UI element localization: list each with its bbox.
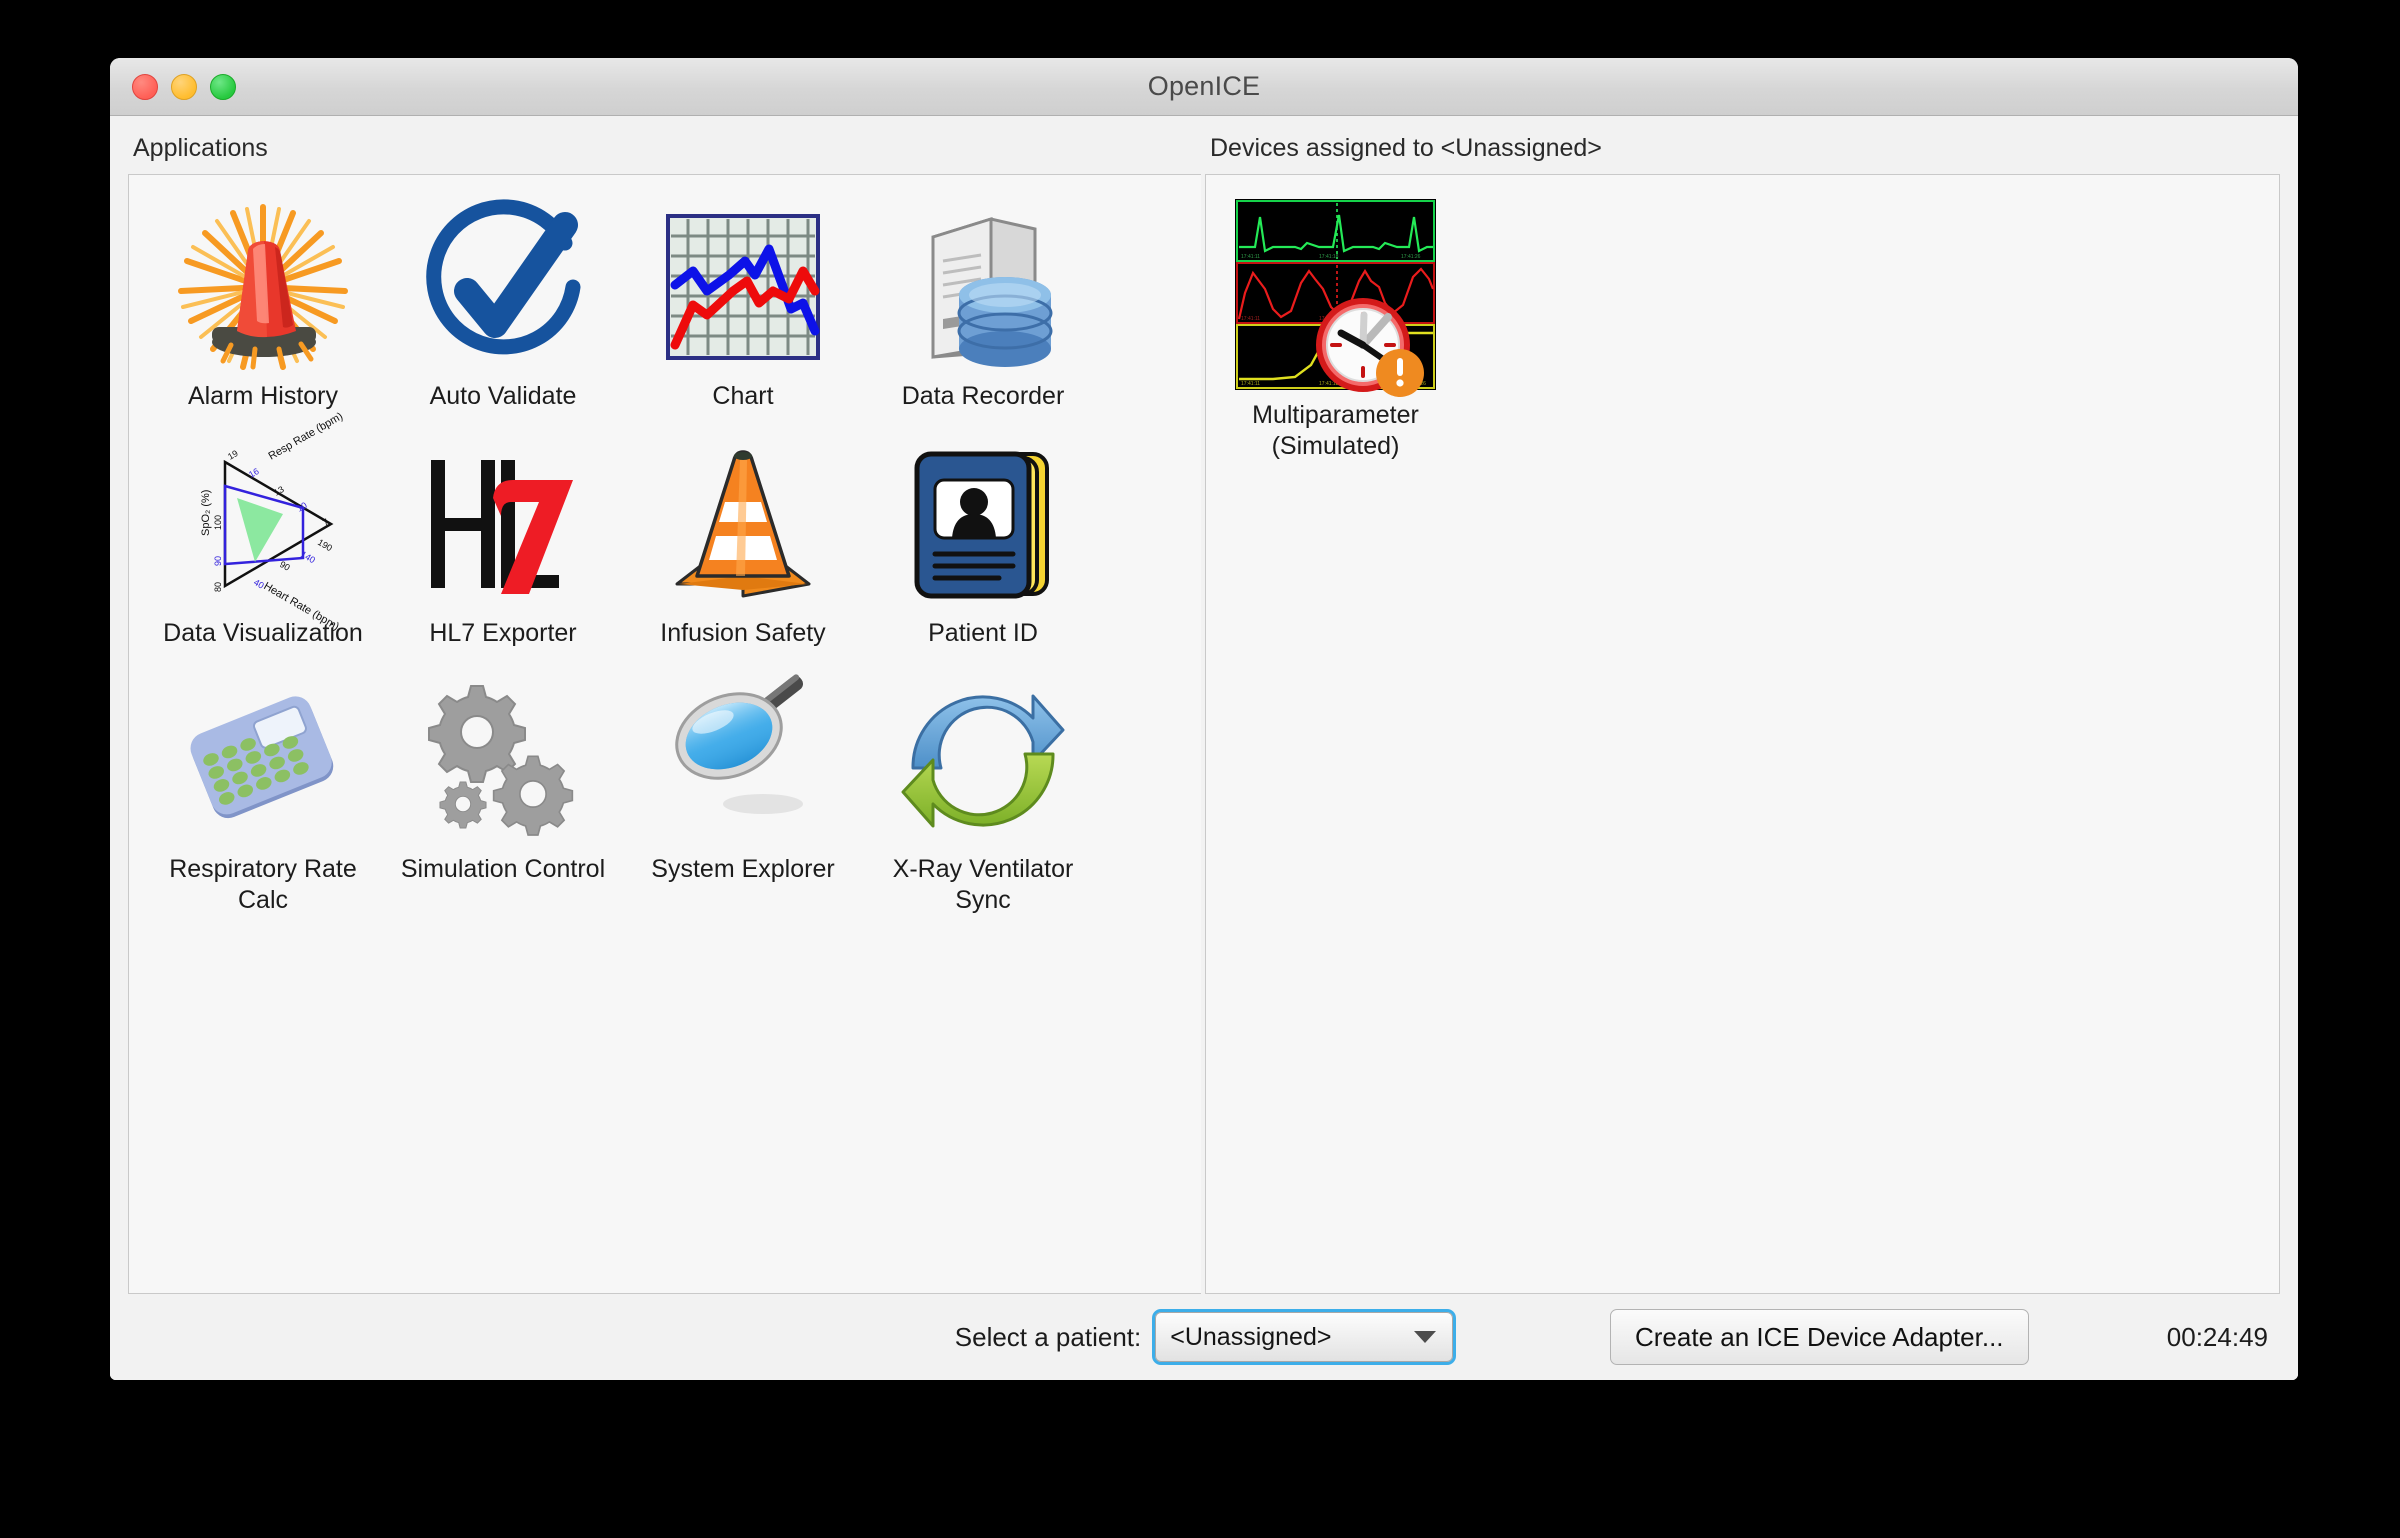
app-tile-simulation-control[interactable]: Simulation Control: [383, 662, 623, 929]
app-tile-data-recorder[interactable]: Data Recorder: [863, 189, 1103, 426]
svg-text:100: 100: [213, 514, 223, 529]
sync-arrows-icon: [895, 672, 1071, 848]
traffic-light-group: [132, 58, 236, 115]
app-label: Simulation Control: [400, 855, 606, 883]
close-window-button[interactable]: [132, 73, 158, 100]
window-content: Applications Alarm History Auto Validate…: [110, 116, 2298, 1380]
applications-heading: Applications: [133, 134, 268, 162]
device-tile-multiparameter[interactable]: 17:41:11 17:41:18 17:41:26 17:41:11 17:41:1…: [1228, 189, 1443, 469]
app-tile-infusion-safety[interactable]: Infusion Safety: [623, 426, 863, 663]
app-label: System Explorer: [651, 855, 835, 883]
minimize-window-button[interactable]: [171, 73, 197, 100]
devices-panel-body: 17:41:11 17:41:18 17:41:26 17:41:11 17:41:1…: [1205, 174, 2280, 1294]
devices-grid: 17:41:11 17:41:18 17:41:26 17:41:11 17:41:1…: [1206, 175, 2279, 469]
app-label: Data Recorder: [901, 382, 1065, 410]
svg-text:SpO₂ (%): SpO₂ (%): [200, 489, 212, 535]
svg-text:90: 90: [278, 559, 292, 573]
app-tile-respiratory-rate-calc[interactable]: Respiratory Rate Calc: [143, 662, 383, 929]
alarm-siren-icon: [175, 199, 351, 375]
panels-container: Applications Alarm History Auto Validate…: [110, 116, 2298, 1294]
app-tile-data-visualization[interactable]: 19 16 13 10 7 Resp Rate (bpm) SpO₂ (%) 1…: [143, 410, 383, 663]
device-label: Multiparameter (Simulated): [1252, 401, 1419, 460]
app-label: Alarm History: [187, 382, 338, 410]
app-tile-chart[interactable]: Chart: [623, 189, 863, 426]
line-chart-icon: [655, 199, 831, 375]
server-database-icon: [895, 199, 1071, 375]
app-label: Infusion Safety: [660, 618, 826, 647]
patient-select-dropdown[interactable]: <Unassigned>: [1152, 1309, 1457, 1365]
check-circle-icon: [415, 199, 591, 375]
applications-panel-body: Alarm History Auto Validate Chart Data R…: [128, 174, 1201, 1294]
svg-text:17:41:26: 17:41:26: [1401, 254, 1421, 260]
bottom-toolbar: Select a patient: <Unassigned> Create an…: [110, 1294, 2298, 1380]
app-tile-patient-id[interactable]: Patient ID: [863, 426, 1103, 663]
magnifier-icon: [655, 672, 831, 848]
svg-text:16: 16: [247, 466, 261, 480]
devices-heading: Devices assigned to <Unassigned>: [1210, 134, 1602, 162]
traffic-cone-icon: [655, 436, 831, 612]
svg-text:90: 90: [213, 555, 223, 565]
hl7-logo-icon: [415, 436, 591, 612]
window-title: OpenICE: [1147, 71, 1261, 101]
app-tile-auto-validate[interactable]: Auto Validate: [383, 189, 623, 426]
multiparameter-monitor-icon: 17:41:11 17:41:18 17:41:26 17:41:11 17:41:1…: [1233, 197, 1438, 397]
app-label: Auto Validate: [429, 382, 577, 410]
ternary-plot-icon: 19 16 13 10 7 Resp Rate (bpm) SpO₂ (%) 1…: [175, 410, 351, 633]
app-tile-xray-ventilator-sync[interactable]: X-Ray Ventilator Sync: [863, 662, 1103, 929]
patient-select-value: <Unassigned>: [1170, 1322, 1332, 1351]
svg-text:140: 140: [299, 549, 317, 565]
app-tile-system-explorer[interactable]: System Explorer: [623, 662, 863, 929]
app-label: X-Ray Ventilator Sync: [892, 855, 1074, 914]
devices-panel: Devices assigned to <Unassigned> 17:41:1…: [1205, 116, 2280, 1294]
create-ice-device-adapter-button[interactable]: Create an ICE Device Adapter...: [1610, 1309, 2029, 1365]
app-tile-alarm-history[interactable]: Alarm History: [143, 189, 383, 426]
svg-text:17:41:11: 17:41:11: [1241, 381, 1260, 387]
session-clock: 00:24:49: [2166, 1321, 2268, 1352]
chevron-down-icon: [1414, 1331, 1437, 1343]
applications-grid: Alarm History Auto Validate Chart Data R…: [129, 175, 1201, 929]
svg-text:19: 19: [226, 448, 240, 462]
svg-text:190: 190: [316, 537, 334, 553]
calculator-icon: [175, 672, 351, 848]
openice-window: OpenICE Applications Alarm History Auto …: [110, 58, 2298, 1380]
patient-select-label: Select a patient:: [954, 1321, 1142, 1352]
svg-text:17:41:11: 17:41:11: [1241, 254, 1260, 260]
window-titlebar: OpenICE: [110, 58, 2298, 116]
id-badge-icon: [895, 436, 1071, 612]
svg-text:10: 10: [295, 500, 309, 514]
svg-text:17:41:18: 17:41:18: [1319, 254, 1339, 260]
gears-icon: [415, 672, 591, 848]
svg-text:80: 80: [213, 581, 223, 591]
app-label: Chart: [712, 382, 774, 410]
app-label: Respiratory Rate Calc: [169, 855, 357, 914]
applications-panel: Applications Alarm History Auto Validate…: [128, 116, 1201, 1294]
maximize-window-button[interactable]: [210, 73, 236, 100]
app-tile-hl7-exporter[interactable]: HL7 Exporter: [383, 426, 623, 663]
app-label: Patient ID: [928, 618, 1038, 647]
svg-text:17:41:11: 17:41:11: [1241, 316, 1260, 322]
app-label: HL7 Exporter: [429, 618, 577, 647]
